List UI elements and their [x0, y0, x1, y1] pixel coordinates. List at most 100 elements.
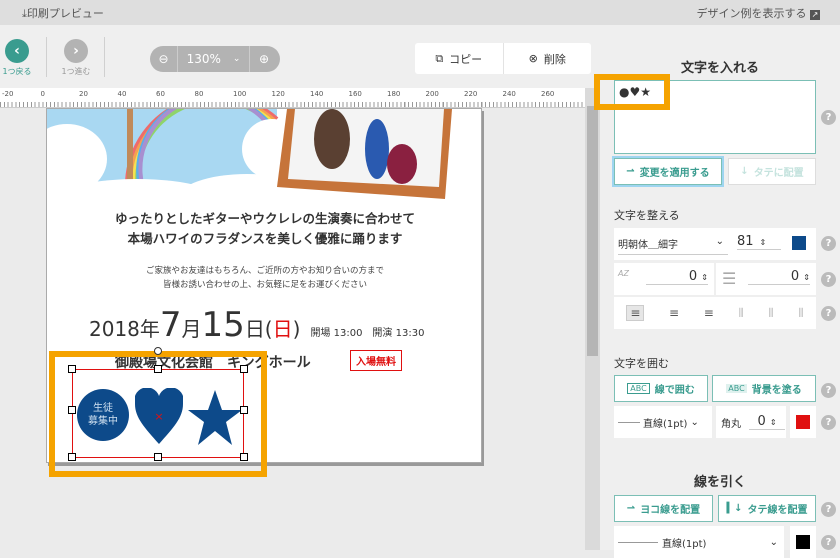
chevron-right-icon: › [64, 39, 88, 63]
vertical-scrollbar[interactable] [585, 88, 600, 550]
fill-background-button[interactable]: ABC 背景を塗る [712, 375, 816, 402]
vertical-line-button[interactable]: ▍↓ タテ線を配置 [718, 495, 816, 522]
help-icon[interactable]: ? [821, 535, 836, 550]
stepper-icon: ⇕ [701, 273, 708, 282]
heart-shape: × [135, 388, 183, 444]
align-bottom-icon[interactable]: ⦀ [798, 306, 803, 321]
resize-handle[interactable] [68, 365, 76, 373]
line-spacing-icon: ☰ [722, 269, 737, 288]
circle-shape: 生徒 募集中 [77, 389, 129, 441]
horizontal-ruler: -20 0 20 40 60 80 100 120 140 160 180 200 220 240 260 [0, 88, 590, 108]
border-text-button[interactable]: ABC 線で囲む [614, 375, 708, 402]
apply-changes-button[interactable]: ⇀ 変更を適用する [614, 158, 722, 185]
line-spacing-row: ☰ 0 ⇕ [716, 263, 816, 295]
resize-handle[interactable] [240, 365, 248, 373]
ruler-label: 220 [464, 90, 478, 98]
resize-handle[interactable] [240, 406, 248, 414]
font-size-stepper[interactable]: 81 ⇕ [737, 234, 781, 250]
border-abc-icon: ABC [627, 383, 650, 394]
help-icon[interactable]: ? [821, 110, 836, 125]
highlight-box [594, 74, 670, 110]
chevron-down-icon: ⌄ [232, 54, 241, 64]
resize-handle[interactable] [68, 453, 76, 461]
delete-icon: ⊗ [528, 52, 538, 65]
resize-handle[interactable] [68, 406, 76, 414]
rotate-handle[interactable] [154, 347, 162, 355]
letter-spacing-row: AZ 0 ⇕ [614, 263, 714, 295]
help-icon[interactable]: ? [821, 272, 836, 287]
line-color-row [790, 526, 816, 558]
vertical-line-icon: ▍↓ [726, 503, 743, 514]
stepper-icon: ⇕ [759, 238, 767, 247]
ruler-label: 160 [348, 90, 362, 98]
resize-handle[interactable] [240, 453, 248, 461]
properties-panel: 文字を入れる ●♥★ ? ⇀ 変更を適用する ↓ タテに配置 文字を整える 明朝体＿… [594, 25, 840, 558]
selected-text-object[interactable]: 生徒 募集中 × [72, 369, 244, 458]
border-color-swatch[interactable] [796, 415, 810, 429]
font-select[interactable]: 明朝体＿細字 ⌄ [618, 236, 728, 255]
border-style-select[interactable]: 直線(1pt) ⌄ [614, 406, 712, 438]
help-icon[interactable]: ? [821, 236, 836, 251]
ruler-label: 60 [156, 90, 165, 98]
external-link-icon: ↗ [810, 10, 820, 20]
background-abc-icon: ABC [726, 384, 747, 393]
line-color-swatch[interactable] [796, 535, 810, 549]
align-left-icon[interactable]: ≡ [626, 305, 645, 321]
help-icon[interactable]: ? [821, 306, 836, 321]
font-row: 明朝体＿細字 ⌄ 81 ⇕ [614, 228, 816, 260]
help-icon[interactable]: ? [821, 383, 836, 398]
ruler-label: 120 [271, 90, 285, 98]
top-bar: ⤓印刷プレビュー デザイン例を表示する ↗ [0, 0, 840, 25]
ruler-label: 20 [79, 90, 88, 98]
chevron-down-icon: ⌄ [715, 236, 724, 247]
letter-spacing-icon: AZ [618, 269, 629, 278]
edit-buttons: ⧉ コピー ⊗ 削除 [415, 43, 591, 74]
align-center-icon[interactable]: ≡ [669, 306, 679, 320]
horizontal-line-button[interactable]: ⇀ ヨコ線を配置 [614, 495, 713, 522]
align-middle-icon[interactable]: ⦀ [768, 306, 773, 321]
resize-handle[interactable] [154, 453, 162, 461]
stepper-icon: ⇕ [803, 273, 810, 282]
headline-line-1: ゆったりとしたギターやウクレレの生演奏に合わせて [114, 211, 415, 226]
line-spacing-stepper[interactable]: 0 ⇕ [748, 269, 810, 285]
chevron-left-icon: ‹ [5, 39, 29, 63]
zoom-in-button[interactable]: ⊕ [250, 46, 278, 72]
resize-handle[interactable] [154, 365, 162, 373]
ruler-label: 260 [541, 90, 555, 98]
redo-button[interactable]: › 1つ進む [56, 39, 96, 77]
ruler-label: 200 [425, 90, 439, 98]
letter-spacing-stepper[interactable]: 0 ⇕ [646, 269, 708, 285]
canvas-area: ゆったりとしたギターやウクレレの生演奏に合わせて 本場ハワイのフラダンスを美しく… [0, 108, 585, 550]
copy-button[interactable]: ⧉ コピー [415, 43, 504, 74]
show-design-examples-link[interactable]: デザイン例を表示する ↗ [697, 5, 820, 21]
zoom-control: ⊖ 130% ⌄ ⊕ [150, 46, 280, 72]
help-icon[interactable]: ? [821, 502, 836, 517]
body-line-1: ご家族やお友達はもちろん、ご近所の方やお知り合いの方まで [145, 266, 384, 276]
ruler-label: 240 [502, 90, 516, 98]
body-line-2: 皆様お誘い合わせの上、お気軽に足をお運びください [162, 280, 367, 290]
ruler-label: 140 [310, 90, 324, 98]
corner-radius-stepper[interactable]: 0 ⇕ [749, 414, 785, 430]
horizontal-text-icon: ⇀ [626, 166, 635, 177]
delete-button[interactable]: ⊗ 削除 [504, 43, 592, 74]
line-style-select[interactable]: 直線(1pt) ⌄ [614, 526, 784, 558]
align-right-icon[interactable]: ≡ [704, 306, 714, 320]
headline-line-2: 本場ハワイのフラダンスを美しく優雅に踊ります [127, 231, 403, 246]
help-icon[interactable]: ? [821, 415, 836, 430]
text-color-swatch[interactable] [792, 236, 806, 250]
ruler-label: 40 [117, 90, 127, 98]
vertical-layout-button[interactable]: ↓ タテに配置 [728, 158, 816, 185]
horizontal-line-icon: ⇀ [626, 503, 636, 514]
vertical-text-icon: ↓ [740, 166, 749, 177]
chevron-down-icon: ⌄ [690, 416, 699, 428]
align-top-icon[interactable]: ⦀ [738, 306, 743, 321]
border-color-row [790, 406, 816, 438]
undo-button[interactable]: ‹ 1つ戻る [0, 39, 34, 77]
print-preview-button[interactable]: ⤓印刷プレビュー [22, 5, 104, 21]
surround-text-title: 文字を囲む [614, 357, 669, 370]
line-preview [618, 541, 658, 543]
zoom-level-select[interactable]: 130% ⌄ [178, 46, 250, 72]
zoom-out-button[interactable]: ⊖ [150, 46, 178, 72]
alignment-row: ≡ ≡ ≡ ⦀ ⦀ ⦀ [614, 297, 816, 329]
line-preview [618, 421, 640, 423]
